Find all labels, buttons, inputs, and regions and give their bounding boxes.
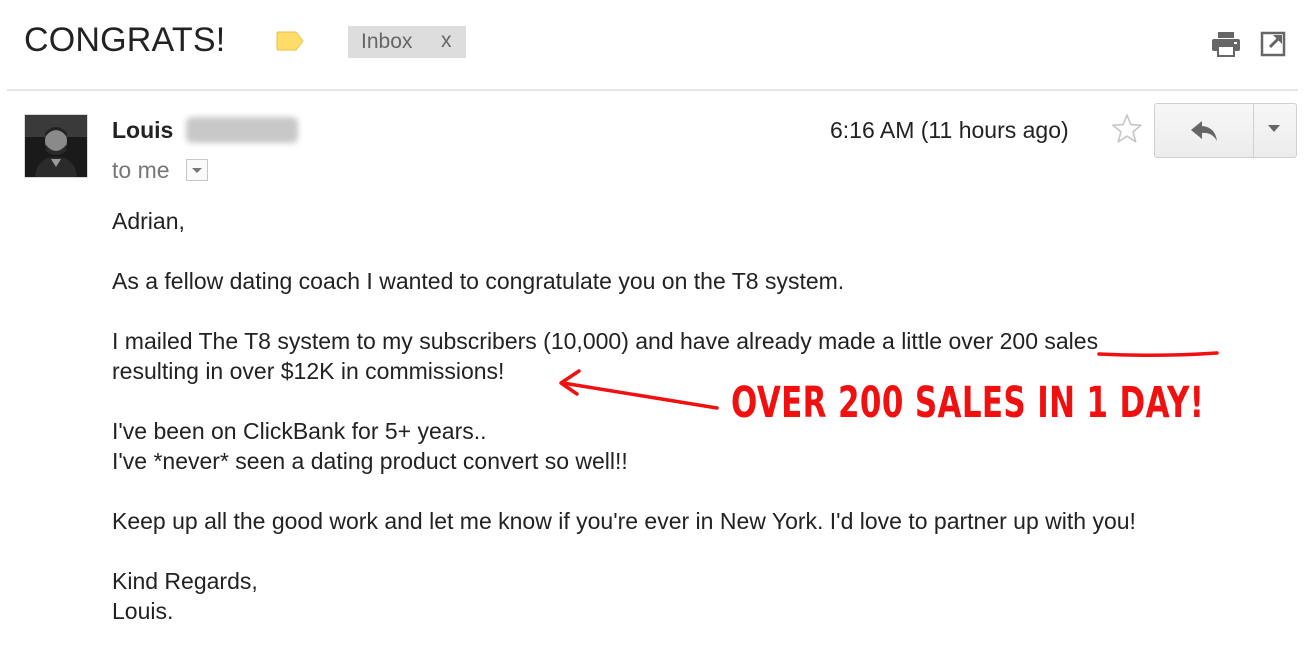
star-icon[interactable] (1111, 113, 1143, 145)
email-subject: CONGRATS! (24, 21, 226, 59)
label-icon[interactable] (276, 31, 304, 51)
inbox-label-text: Inbox (361, 30, 413, 53)
red-arrow-annotation (559, 369, 719, 410)
reply-icon (1191, 121, 1217, 141)
email-paragraph: Keep up all the good work and let me kno… (112, 508, 1136, 534)
red-underline-annotation (1097, 351, 1219, 358)
header-divider (7, 89, 1298, 91)
email-paragraph: I mailed The T8 system to my subscribers… (112, 328, 1099, 354)
new-window-icon[interactable] (1260, 31, 1286, 57)
email-paragraph: I've *never* seen a dating product conve… (112, 448, 628, 474)
remove-label-button[interactable]: x (441, 25, 452, 57)
reply-button-group (1154, 103, 1297, 158)
reply-button[interactable] (1155, 104, 1253, 157)
email-paragraph: resulting in over $12K in commissions! (112, 358, 505, 384)
show-details-button[interactable] (186, 159, 208, 181)
email-signoff: Kind Regards, (112, 568, 258, 594)
callout-annotation: OVER 200 SALES IN 1 DAY! (731, 378, 1205, 428)
recipient-line: to me (112, 157, 170, 183)
more-actions-button[interactable] (1254, 104, 1296, 157)
avatar (24, 114, 88, 178)
sender-name[interactable]: Louis (112, 117, 173, 143)
email-paragraph: As a fellow dating coach I wanted to con… (112, 268, 845, 294)
sender-surname-redacted (186, 117, 298, 143)
email-timestamp: 6:16 AM (11 hours ago) (830, 117, 1069, 143)
email-signature: Louis. (112, 598, 174, 624)
inbox-label-chip[interactable]: Inbox x (348, 26, 466, 58)
email-greeting: Adrian, (112, 208, 185, 234)
print-icon[interactable] (1210, 31, 1242, 57)
email-paragraph: I've been on ClickBank for 5+ years.. (112, 418, 487, 444)
